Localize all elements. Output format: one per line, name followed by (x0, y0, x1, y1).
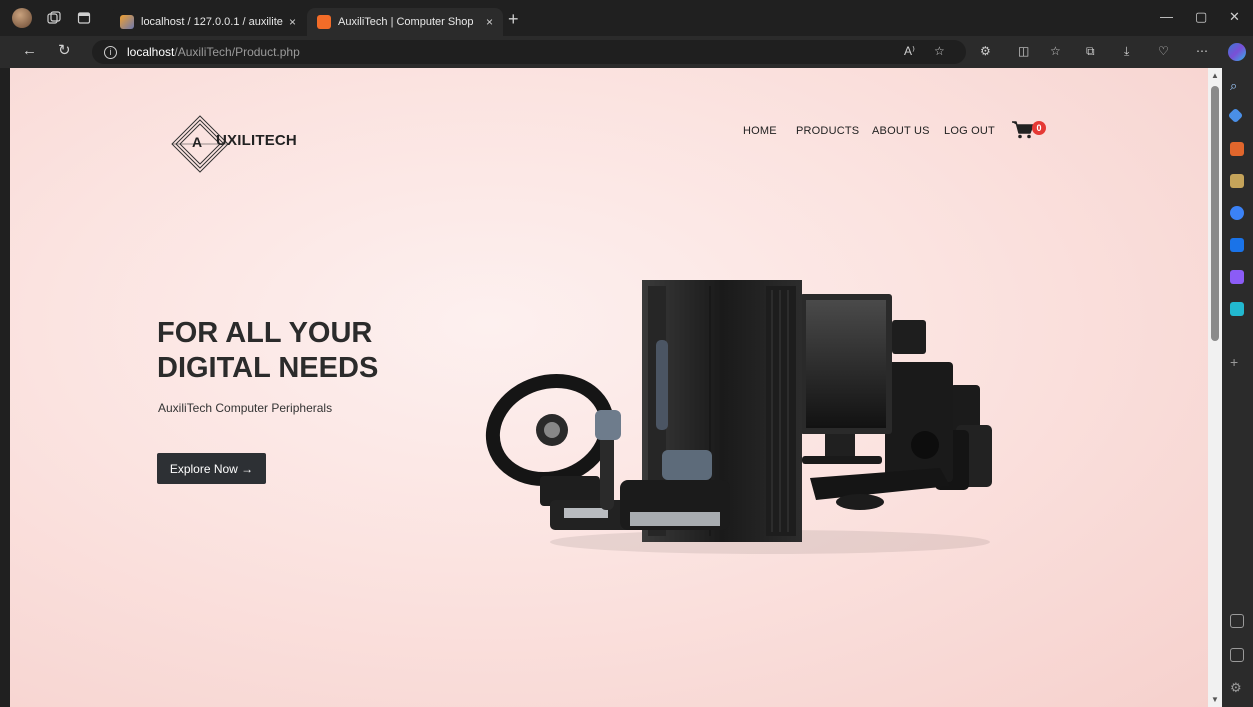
close-window-button[interactable]: ✕ (1229, 9, 1240, 25)
designer-icon[interactable] (1230, 270, 1244, 284)
nav-products[interactable]: PRODUCTS (796, 125, 859, 137)
hide-sidebar-icon[interactable] (1230, 648, 1244, 662)
minimize-button[interactable]: — (1160, 9, 1173, 24)
tab-label: localhost / 127.0.0.1 / auxilitech (141, 16, 283, 28)
nav-about-us[interactable]: ABOUT US (872, 125, 930, 137)
more-menu-icon[interactable]: ⋯ (1196, 44, 1208, 58)
scroll-up-icon[interactable]: ▲ (1211, 71, 1219, 80)
address-toolbar: ← ↻ i localhost/AuxiliTech/Product.php A… (0, 36, 1253, 68)
favorite-star-icon[interactable]: ☆ (934, 44, 945, 58)
toolbox-icon[interactable] (1230, 142, 1244, 156)
browser-essentials-icon[interactable]: ♡ (1158, 44, 1169, 58)
profile-avatar[interactable] (12, 8, 32, 28)
people-icon[interactable] (1230, 174, 1244, 188)
nav-home[interactable]: HOME (743, 125, 777, 137)
nav-log-out[interactable]: LOG OUT (944, 125, 995, 137)
url-host: localhost (127, 45, 175, 59)
tab-phpmyadmin[interactable]: localhost / 127.0.0.1 / auxilitech × (110, 8, 306, 36)
downloads-icon[interactable]: ⤓ (1124, 44, 1129, 59)
page-viewport: A UXILITECH HOME PRODUCTS ABOUT US LOG O… (10, 68, 1208, 707)
split-screen-icon[interactable]: ◫ (1018, 44, 1029, 58)
explore-now-button[interactable]: Explore Now → (157, 453, 266, 484)
logo-letter: A (192, 134, 203, 150)
hero-title: FOR ALL YOUR DIGITAL NEEDS (157, 316, 378, 386)
send-icon[interactable] (1230, 302, 1244, 316)
phpmyadmin-icon (120, 15, 134, 29)
logo-text: UXILITECH (216, 132, 297, 149)
url-path: /AuxiliTech/Product.php (174, 45, 300, 59)
settings-gear-icon[interactable]: ⚙ (1230, 680, 1244, 695)
new-tab-button[interactable]: + (508, 10, 519, 28)
cart-count-badge: 0 (1032, 121, 1046, 135)
search-icon[interactable]: ⌕ (1230, 78, 1244, 93)
hero-title-line2: DIGITAL NEEDS (157, 352, 379, 384)
site-info-icon[interactable]: i (104, 45, 117, 59)
tab-actions-icon[interactable] (76, 10, 92, 26)
back-arrow-icon[interactable]: ← (22, 43, 37, 59)
xampp-icon (317, 15, 331, 29)
favorites-icon[interactable]: ☆ (1050, 44, 1061, 58)
read-aloud-icon[interactable]: A⁾ (904, 44, 915, 58)
refresh-icon[interactable]: ↻ (58, 43, 71, 59)
site-logo[interactable]: A UXILITECH (168, 112, 328, 176)
workspaces-icon[interactable] (46, 10, 62, 26)
tab-label: AuxiliTech | Computer Shop (338, 16, 474, 28)
close-tab-icon[interactable]: × (289, 15, 296, 29)
restore-button[interactable]: ▢ (1195, 9, 1207, 25)
extensions-icon[interactable]: ⚙ (980, 44, 991, 58)
hero-subtitle: AuxiliTech Computer Peripherals (158, 401, 333, 415)
add-sidebar-icon[interactable]: + (1230, 354, 1244, 370)
tag-icon[interactable] (1227, 107, 1244, 124)
copilot-sidebar-icon[interactable] (1230, 206, 1244, 220)
hero-title-line1: FOR ALL YOUR (157, 317, 373, 349)
tab-auxilitech[interactable]: AuxiliTech | Computer Shop × (307, 8, 503, 36)
address-bar[interactable]: i localhost/AuxiliTech/Product.php (92, 40, 966, 64)
outlook-icon[interactable] (1230, 238, 1244, 252)
collections-icon[interactable]: ⧉ (1086, 44, 1095, 59)
page-scrollbar[interactable]: ▲ ▼ (1208, 68, 1222, 707)
close-tab-icon[interactable]: × (486, 15, 493, 29)
computer-peripherals-image (485, 280, 992, 554)
scroll-down-icon[interactable]: ▼ (1211, 695, 1219, 704)
copilot-icon[interactable] (1228, 43, 1246, 61)
edge-sidebar: ⌕ + ⚙ (1222, 68, 1253, 707)
scrollbar-thumb[interactable] (1211, 86, 1219, 341)
screenshot-icon[interactable] (1230, 614, 1244, 628)
cart-icon[interactable] (1012, 121, 1034, 139)
